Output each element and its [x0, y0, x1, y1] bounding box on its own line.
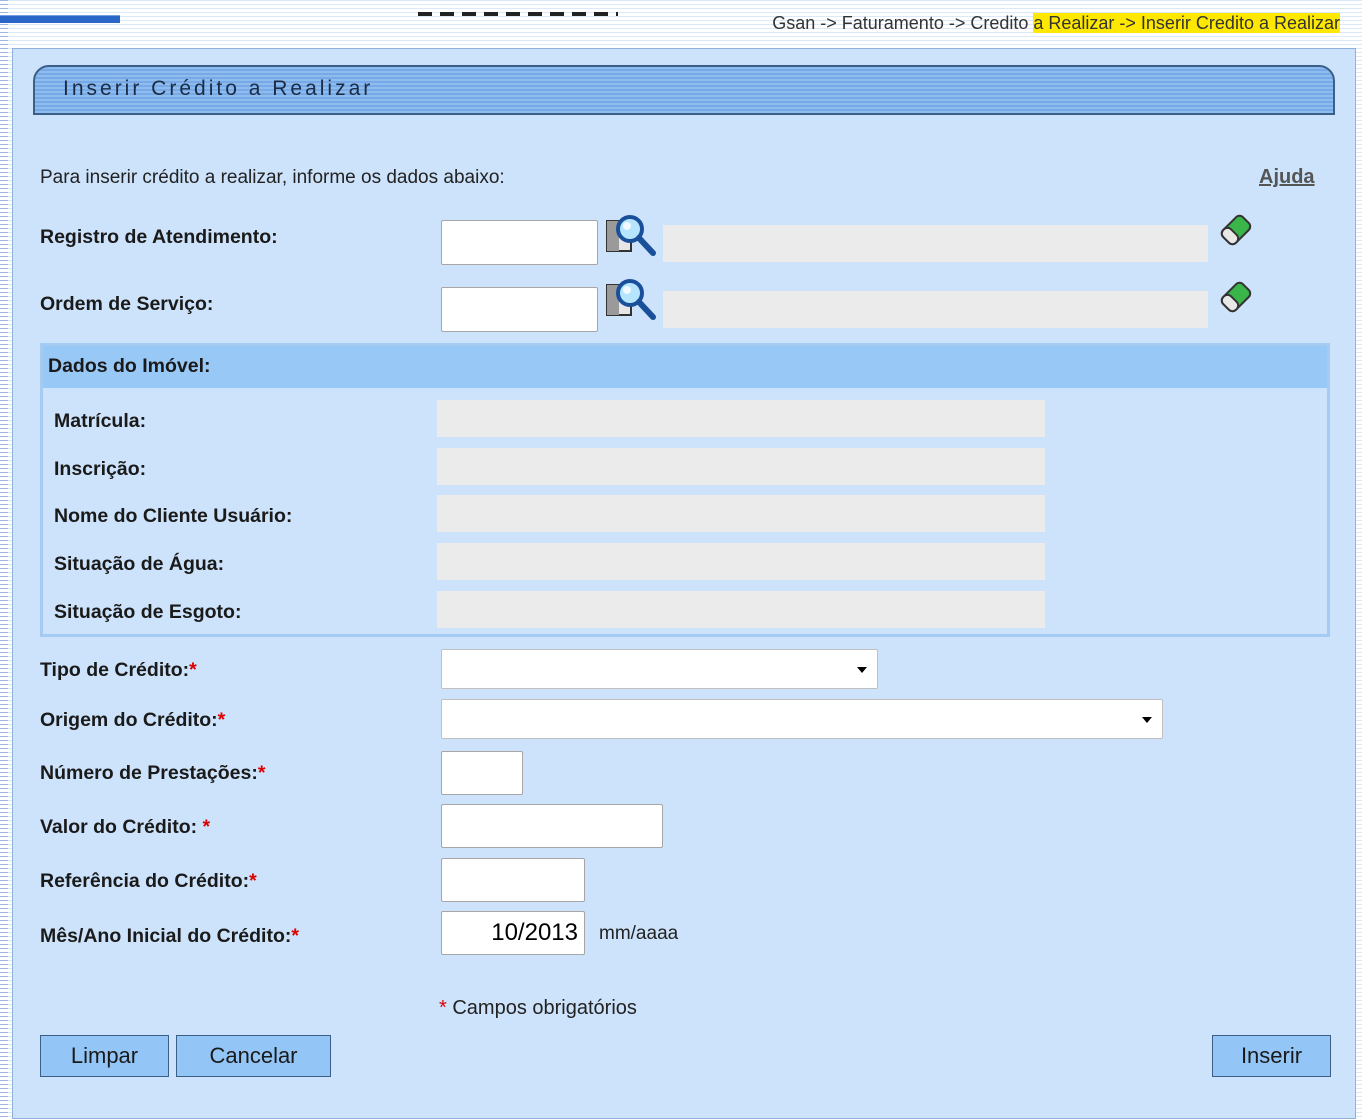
date-format-hint: mm/aaaa — [599, 923, 679, 944]
left-border-stripe — [0, 0, 8, 1119]
registro-atendimento-description — [663, 225, 1208, 262]
required-fields-text: Campos obrigatórios — [452, 997, 637, 1019]
magnifier-search-icon[interactable] — [603, 211, 659, 257]
dados-imovel-title: Dados do Imóvel: — [48, 355, 211, 377]
form-panel: Inserir Crédito a Realizar Para inserir … — [12, 48, 1356, 1119]
numero-prestacoes-label: Número de Prestações:* — [40, 762, 265, 785]
title-bar: Inserir Crédito a Realizar — [33, 65, 1335, 115]
referencia-credito-input[interactable] — [441, 858, 585, 902]
registro-atendimento-input[interactable] — [441, 220, 598, 265]
eraser-clear-icon[interactable] — [1215, 276, 1257, 318]
dados-imovel-header: Dados do Imóvel: — [43, 346, 1327, 388]
mes-ano-inicial-label-text: Mês/Ano Inicial do Crédito: — [40, 925, 292, 947]
cancelar-button[interactable]: Cancelar — [176, 1035, 331, 1077]
matricula-label: Matrícula: — [54, 410, 147, 432]
required-asterisk: * — [249, 870, 257, 892]
origem-credito-select[interactable] — [441, 699, 1163, 739]
inscricao-label: Inscrição: — [54, 458, 147, 480]
required-asterisk: * — [439, 997, 447, 1019]
breadcrumb-path: Gsan -> Faturamento -> Credito — [772, 13, 1034, 33]
required-asterisk: * — [202, 816, 211, 838]
eraser-clear-icon[interactable] — [1215, 209, 1257, 251]
instruction-text: Para inserir crédito a realizar, informe… — [40, 167, 505, 188]
matricula-value — [437, 400, 1045, 437]
referencia-credito-label-text: Referência do Crédito: — [40, 870, 250, 892]
chevron-down-icon — [1142, 717, 1152, 723]
nome-cliente-value — [437, 495, 1045, 532]
limpar-button[interactable]: Limpar — [40, 1035, 169, 1077]
situacao-agua-value — [437, 543, 1045, 580]
tipo-credito-label: Tipo de Crédito:* — [40, 659, 197, 682]
chevron-down-icon — [857, 667, 867, 673]
origem-credito-label-text: Origem do Crédito: — [40, 709, 218, 731]
required-asterisk: * — [189, 659, 197, 681]
ordem-servico-input[interactable] — [441, 287, 598, 332]
situacao-esgoto-label: Situação de Esgoto: — [54, 601, 242, 623]
situacao-agua-label: Situação de Água: — [54, 553, 225, 575]
required-fields-note: * Campos obrigatórios — [439, 997, 637, 1020]
required-asterisk: * — [291, 925, 299, 947]
ordem-servico-label: Ordem de Serviço: — [40, 293, 214, 315]
mes-ano-inicial-input[interactable] — [441, 911, 585, 955]
numero-prestacoes-input[interactable] — [441, 751, 523, 795]
valor-credito-label-text: Valor do Crédito: — [40, 816, 203, 838]
tipo-credito-select[interactable] — [441, 649, 878, 689]
referencia-credito-label: Referência do Crédito:* — [40, 870, 257, 893]
valor-credito-input[interactable] — [441, 804, 663, 848]
tipo-credito-label-text: Tipo de Crédito: — [40, 659, 190, 681]
ordem-servico-description — [663, 291, 1208, 328]
inserir-button[interactable]: Inserir — [1212, 1035, 1331, 1077]
breadcrumb: Gsan -> Faturamento -> Credito a Realiza… — [772, 12, 1340, 34]
top-bar-accent — [0, 15, 120, 23]
valor-credito-label: Valor do Crédito: * — [40, 816, 210, 839]
mes-ano-inicial-label: Mês/Ano Inicial do Crédito:* — [40, 925, 299, 948]
page-title: Inserir Crédito a Realizar — [63, 77, 374, 100]
magnifier-search-icon[interactable] — [603, 275, 659, 321]
origem-credito-label: Origem do Crédito:* — [40, 709, 225, 732]
inscricao-value — [437, 448, 1045, 485]
help-link[interactable]: Ajuda — [1259, 166, 1315, 189]
breadcrumb-current: a Realizar -> Inserir Credito a Realizar — [1033, 13, 1340, 33]
nome-cliente-label: Nome do Cliente Usuário: — [54, 505, 293, 527]
dados-imovel-section: Dados do Imóvel: Matrícula: Inscrição: N… — [40, 343, 1330, 637]
top-header-remnant — [418, 12, 618, 16]
registro-atendimento-label: Registro de Atendimento: — [40, 226, 278, 248]
required-asterisk: * — [257, 762, 266, 784]
numero-prestacoes-label-text: Número de Prestações: — [40, 762, 258, 784]
required-asterisk: * — [217, 709, 226, 731]
situacao-esgoto-value — [437, 591, 1045, 628]
